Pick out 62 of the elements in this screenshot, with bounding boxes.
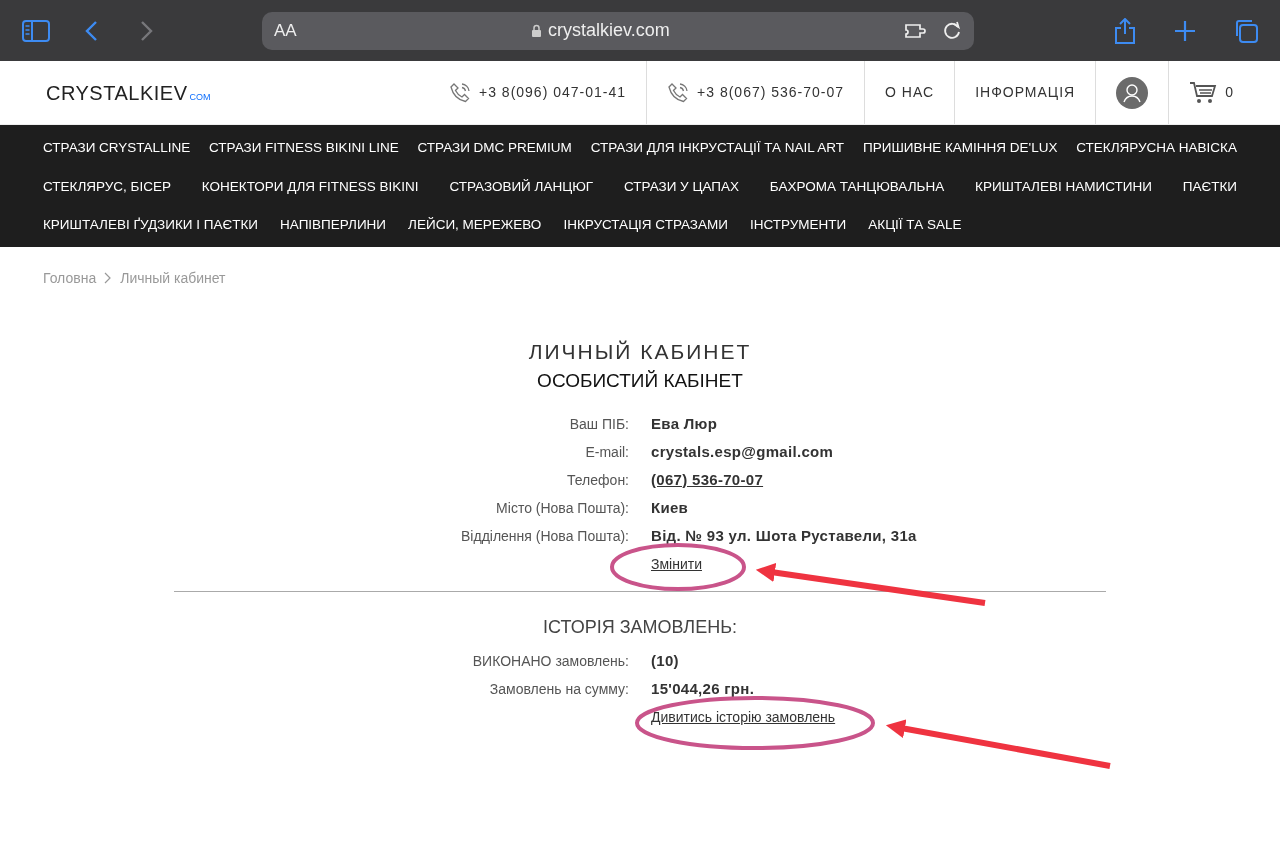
menu-link[interactable]: ПАЄТКИ (1182, 176, 1237, 197)
menu-link[interactable]: АКЦІЇ ТА SALE (868, 215, 962, 236)
page-title: ЛИЧНЫЙ КАБИНЕТ (527, 338, 753, 365)
chevron-icon (104, 271, 113, 284)
field-label: Місто (Нова Пошта): (495, 498, 629, 517)
header-link[interactable]: ІНФОРМАЦІЯ (954, 61, 1096, 124)
cart-count: 0 (1225, 83, 1234, 102)
phone-number[interactable]: +3 8(067) 536-70-07 (697, 82, 845, 103)
order-history-link[interactable]: Дивитись історію замовлень (651, 708, 836, 725)
header-link[interactable]: О НАС (864, 61, 955, 124)
forward-icon (140, 19, 154, 42)
field-label: E-mail: (584, 442, 629, 461)
menu-link[interactable]: ІНСТРУМЕНТИ (750, 215, 847, 236)
menu-link[interactable]: КРИШТАЛЕВІ ҐУДЗИКИ І ПАЄТКИ (43, 215, 259, 236)
share-icon[interactable] (1114, 17, 1136, 44)
logo-text[interactable]: CRYSTALKIEV (46, 77, 188, 108)
menu-link[interactable]: ПРИШИВНЕ КАМІННЯ DE'LUX (862, 138, 1058, 159)
phone-icon (449, 81, 471, 104)
menu-link[interactable]: НАПІВПЕРЛИНИ (280, 215, 387, 236)
menu-link[interactable]: БАХРОМА ТАНЦЮВАЛЬНА (769, 176, 945, 197)
menu-link[interactable]: ІНКРУСТАЦІЯ СТРАЗАМИ (563, 215, 728, 236)
phone-number[interactable]: +3 8(096) 047-01-41 (479, 82, 627, 103)
field-value: 15'044,26 грн. (651, 679, 755, 697)
cart-icon[interactable] (1189, 80, 1218, 105)
field-value: crystals.esp@gmail.com (651, 442, 834, 460)
menu-link[interactable]: КОНЕКТОРИ ДЛЯ FITNESS BIKINI (201, 176, 419, 197)
user-avatar-icon[interactable] (1116, 76, 1149, 109)
field-label: Замовлень на сумму: (488, 679, 629, 698)
field-label: ВИКОНАНО замовлень: (471, 651, 629, 670)
menu-link[interactable]: КРИШТАЛЕВІ НАМИСТИНИ (975, 176, 1152, 197)
sidebar-icon[interactable] (22, 19, 50, 42)
menu-link[interactable]: СТЕКЛЯРУС, БІСЕР (43, 176, 171, 197)
field-value: Киев (651, 498, 689, 516)
menu-link[interactable]: ЛЕЙСИ, МЕРЕЖЕВО (408, 215, 542, 236)
text-size-button[interactable]: AA (274, 17, 297, 44)
tabs-icon[interactable] (1234, 18, 1258, 43)
logo-suffix[interactable]: COM (189, 91, 211, 108)
menu-link[interactable]: СТЕКЛЯРУСНА НАВІСКА (1076, 138, 1237, 159)
address-text[interactable]: crystalkiev.com (548, 17, 670, 44)
field-value: (10) (651, 651, 679, 669)
extension-icon[interactable] (904, 21, 928, 40)
menu-link[interactable]: СТРАЗИ FITNESS BIKINI LINE (209, 138, 399, 159)
field-label: Телефон: (566, 470, 629, 489)
edit-link[interactable]: Змінити (651, 555, 702, 572)
field-label: Ваш ПІБ: (568, 414, 629, 433)
back-icon[interactable] (84, 19, 98, 42)
menu-link[interactable]: СТРАЗИ ДЛЯ ІНКРУСТАЦІЇ ТА NAIL ART (590, 138, 845, 159)
menu-link[interactable]: СТРАЗИ CRYSTALLINE (43, 138, 191, 159)
plus-icon[interactable] (1174, 19, 1196, 42)
field-value: Ева Люр (651, 414, 718, 432)
menu-link[interactable]: СТРАЗИ У ЦАПАХ (624, 176, 739, 197)
field-value: Від. № 93 ул. Шота Руставели, 31а (651, 526, 917, 544)
page-subtitle: ОСОБИСТИЙ КАБІНЕТ (536, 368, 744, 393)
breadcrumb-current: Личный кабинет (120, 268, 226, 287)
reload-icon[interactable] (942, 20, 962, 41)
lock-icon (531, 23, 542, 38)
menu-link[interactable]: СТРАЗОВИЙ ЛАНЦЮГ (449, 176, 594, 197)
menu-link[interactable]: СТРАЗИ DMC PREMIUM (417, 138, 572, 159)
phone-link[interactable]: (067) 536-70-07 (651, 470, 764, 488)
section-heading: ІСТОРІЯ ЗАМОВЛЕНЬ: (542, 615, 738, 638)
field-label: Відділення (Нова Пошта): (460, 526, 629, 545)
phone-icon (667, 81, 690, 104)
